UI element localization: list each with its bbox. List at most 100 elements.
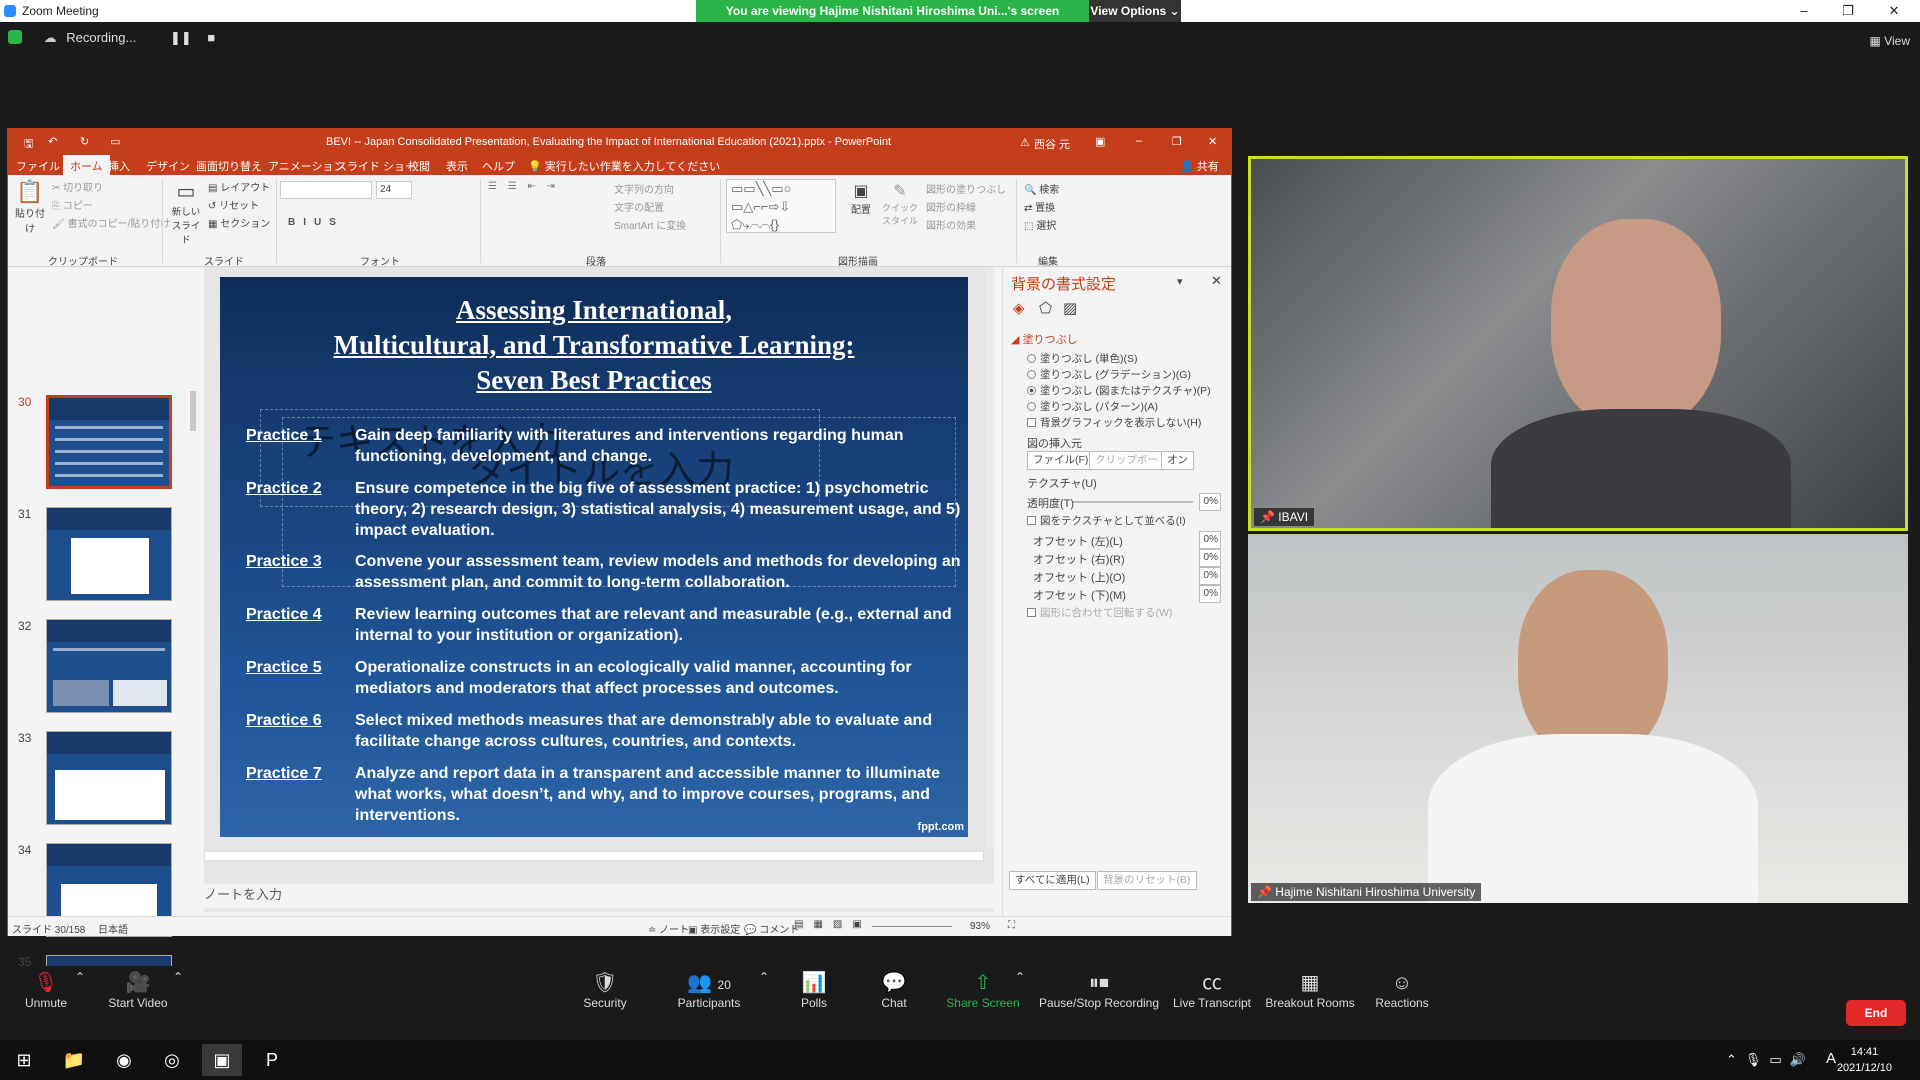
pane-close-icon[interactable]: ✕ bbox=[1211, 273, 1222, 289]
format-painter-button[interactable]: 🖌 書式のコピー/貼り付け bbox=[52, 215, 170, 230]
offset-top-value[interactable]: 0% bbox=[1199, 567, 1221, 585]
start-slideshow-icon[interactable]: ▭ bbox=[110, 135, 120, 148]
tab-transitions[interactable]: 画面切り替え bbox=[196, 158, 262, 174]
tab-file[interactable]: ファイル bbox=[16, 158, 60, 174]
share-screen-button[interactable]: ⇧ Share Screen bbox=[946, 966, 1020, 1010]
replace-button[interactable]: ⇄ 置換 bbox=[1024, 199, 1055, 214]
reset-background-button[interactable]: 背景のリセット(B) bbox=[1097, 871, 1197, 890]
video-tile-ibavi[interactable]: 📌 IBAVI bbox=[1248, 156, 1908, 531]
live-transcript-button[interactable]: ㏄ Live Transcript bbox=[1172, 966, 1252, 1010]
breakout-rooms-button[interactable]: ▦ Breakout Rooms bbox=[1264, 966, 1356, 1010]
chat-button[interactable]: 💬 Chat bbox=[876, 966, 912, 1010]
reactions-button[interactable]: ☺ Reactions bbox=[1372, 966, 1432, 1010]
save-icon[interactable]: 🖫 bbox=[24, 135, 33, 154]
tab-home[interactable]: ホーム bbox=[63, 155, 110, 175]
font-size-box[interactable]: 24 bbox=[376, 181, 412, 199]
pause-stop-recording-button[interactable]: ⏸⏹ Pause/Stop Recording bbox=[1038, 966, 1160, 1010]
powerpoint-taskbar-icon[interactable]: P bbox=[252, 1044, 292, 1076]
thumbnail-slide-32[interactable] bbox=[46, 619, 172, 713]
current-slide[interactable]: Assessing International, Multicultural, … bbox=[220, 277, 968, 837]
tab-help[interactable]: ヘルプ bbox=[482, 158, 515, 174]
ribbon-display-icon[interactable]: ▣ bbox=[1095, 135, 1105, 148]
text-direction-button[interactable]: 文字列の方向 bbox=[614, 181, 674, 196]
comments-button[interactable]: 💬 コメント bbox=[744, 921, 799, 936]
view-button[interactable]: ▦ View bbox=[1870, 34, 1910, 48]
ppt-maximize-button[interactable]: ❐ bbox=[1172, 135, 1182, 148]
display-settings-button[interactable]: ▣ 表示設定 bbox=[688, 921, 740, 936]
shapes-gallery[interactable]: ▭▭╲╲▭○ ▭△⌐⌐⇨⇩ ⬠⤷⌒⌒{} bbox=[726, 179, 836, 233]
select-button[interactable]: ⬚ 選択 bbox=[1024, 217, 1056, 232]
video-options-chevron[interactable]: ⌃ bbox=[168, 970, 188, 984]
slide-horizontal-scrollbar[interactable] bbox=[204, 851, 984, 861]
fill-pattern-option[interactable]: 塗りつぶし (パターン)(A) bbox=[1027, 399, 1158, 414]
redo-icon[interactable]: ↻ bbox=[80, 135, 89, 148]
file-explorer-icon[interactable]: 📁 bbox=[54, 1044, 94, 1076]
texture-label[interactable]: テクスチャ(U) bbox=[1027, 475, 1097, 491]
windows-start-icon[interactable]: ⊞ bbox=[4, 1044, 44, 1076]
offset-bottom-value[interactable]: 0% bbox=[1199, 585, 1221, 603]
fill-bucket-icon[interactable]: ◈ bbox=[1013, 299, 1025, 317]
ppt-minimize-button[interactable]: – bbox=[1136, 135, 1142, 147]
transparency-slider[interactable] bbox=[1073, 501, 1193, 503]
hide-background-checkbox[interactable]: 背景グラフィックを表示しない(H) bbox=[1027, 415, 1201, 430]
share-chevron[interactable]: ⌃ bbox=[1010, 970, 1030, 984]
fill-picture-option[interactable]: 塗りつぶし (図またはテクスチャ)(P) bbox=[1027, 383, 1211, 398]
security-button[interactable]: 🛡 Security bbox=[580, 966, 630, 1010]
participants-button[interactable]: 👥 20 Participants bbox=[676, 966, 742, 1010]
font-name-box[interactable] bbox=[280, 181, 372, 199]
shape-outline-button[interactable]: 図形の枠線 bbox=[926, 199, 976, 214]
zoom-taskbar-icon[interactable]: ▣ bbox=[202, 1044, 242, 1076]
thumbnail-slide-33[interactable] bbox=[46, 731, 172, 825]
cut-button[interactable]: ✂ 切り取り bbox=[52, 179, 103, 194]
view-mode-icons[interactable]: ▤▦▧▣ bbox=[794, 919, 872, 930]
tab-animations[interactable]: アニメーション bbox=[268, 158, 345, 174]
notes-button[interactable]: ≐ ノート bbox=[648, 921, 689, 936]
slide-vertical-scrollbar[interactable] bbox=[986, 267, 994, 847]
participants-chevron[interactable]: ⌃ bbox=[754, 970, 774, 984]
font-format-icons[interactable]: BIUS bbox=[288, 217, 344, 228]
arrange-button[interactable]: ▣ 配置 bbox=[846, 181, 876, 216]
rotate-with-shape-checkbox[interactable]: 図形に合わせて回転する(W) bbox=[1027, 605, 1172, 620]
user-name[interactable]: 西谷 元 bbox=[1034, 136, 1070, 152]
start-video-button[interactable]: 🎥 Start Video bbox=[104, 966, 172, 1010]
undo-icon[interactable]: ↶ bbox=[48, 135, 57, 148]
tab-design[interactable]: デザイン bbox=[146, 158, 190, 174]
taskbar-clock[interactable]: 14:41 2021/12/10 bbox=[1837, 1044, 1892, 1076]
tab-slideshow[interactable]: スライド ショー bbox=[336, 158, 416, 174]
quick-styles-button[interactable]: ✎ クイック スタイル bbox=[880, 181, 920, 227]
audio-options-chevron[interactable]: ⌃ bbox=[70, 970, 90, 984]
video-tile-hajime[interactable]: 📌 Hajime Nishitani Hiroshima University bbox=[1248, 534, 1908, 903]
maximize-button[interactable]: ❐ bbox=[1826, 0, 1870, 22]
minimize-button[interactable]: – bbox=[1782, 0, 1826, 22]
ime-indicator[interactable]: A bbox=[1826, 1050, 1836, 1067]
fill-solid-option[interactable]: 塗りつぶし (単色)(S) bbox=[1027, 351, 1138, 366]
firefox-icon[interactable]: ◉ bbox=[104, 1044, 144, 1076]
find-button[interactable]: 🔍 検索 bbox=[1024, 181, 1059, 196]
view-options-button[interactable]: View Options ⌄ bbox=[1089, 0, 1181, 22]
bullets-icon[interactable]: ☰ ☰ ⇤ ⇥ bbox=[488, 181, 559, 192]
polls-button[interactable]: 📊 Polls bbox=[796, 966, 832, 1010]
new-slide-button[interactable]: ▭ 新しいスライド bbox=[168, 179, 204, 246]
fill-section-header[interactable]: ◢ 塗りつぶし bbox=[1011, 331, 1078, 347]
shape-effects-button[interactable]: 図形の効果 bbox=[926, 217, 976, 232]
layout-button[interactable]: ▤ レイアウト bbox=[208, 179, 270, 194]
language-status[interactable]: 日本語 bbox=[98, 921, 128, 936]
close-button[interactable]: ✕ bbox=[1872, 0, 1916, 22]
stop-recording-icon[interactable]: ■ bbox=[207, 30, 215, 45]
end-meeting-button[interactable]: End bbox=[1846, 1000, 1906, 1026]
tile-checkbox[interactable]: 図をテクスチャとして並べる(I) bbox=[1027, 513, 1186, 528]
smartart-button[interactable]: SmartArt に変換 bbox=[614, 217, 686, 232]
chrome-icon[interactable]: ◎ bbox=[152, 1044, 192, 1076]
tell-me-box[interactable]: 💡 実行したい作業を入力してください bbox=[528, 158, 720, 174]
unmute-button[interactable]: 🎙 Unmute bbox=[18, 966, 74, 1010]
zoom-level[interactable]: 93% bbox=[970, 921, 990, 932]
section-button[interactable]: ▦ セクション bbox=[208, 215, 270, 230]
notes-input[interactable]: ノートを入力 bbox=[204, 884, 1000, 908]
apply-to-all-button[interactable]: すべてに適用(L) bbox=[1009, 871, 1096, 890]
picture-icon[interactable]: ▨ bbox=[1063, 299, 1077, 317]
pane-options-icon[interactable]: ▾ bbox=[1177, 275, 1183, 288]
fill-gradient-option[interactable]: 塗りつぶし (グラデーション)(G) bbox=[1027, 367, 1191, 382]
system-tray-icons[interactable]: ⌃🎙▭🔊 bbox=[1726, 1052, 1814, 1068]
offset-left-value[interactable]: 0% bbox=[1199, 531, 1221, 549]
zoom-slider[interactable] bbox=[872, 926, 952, 927]
